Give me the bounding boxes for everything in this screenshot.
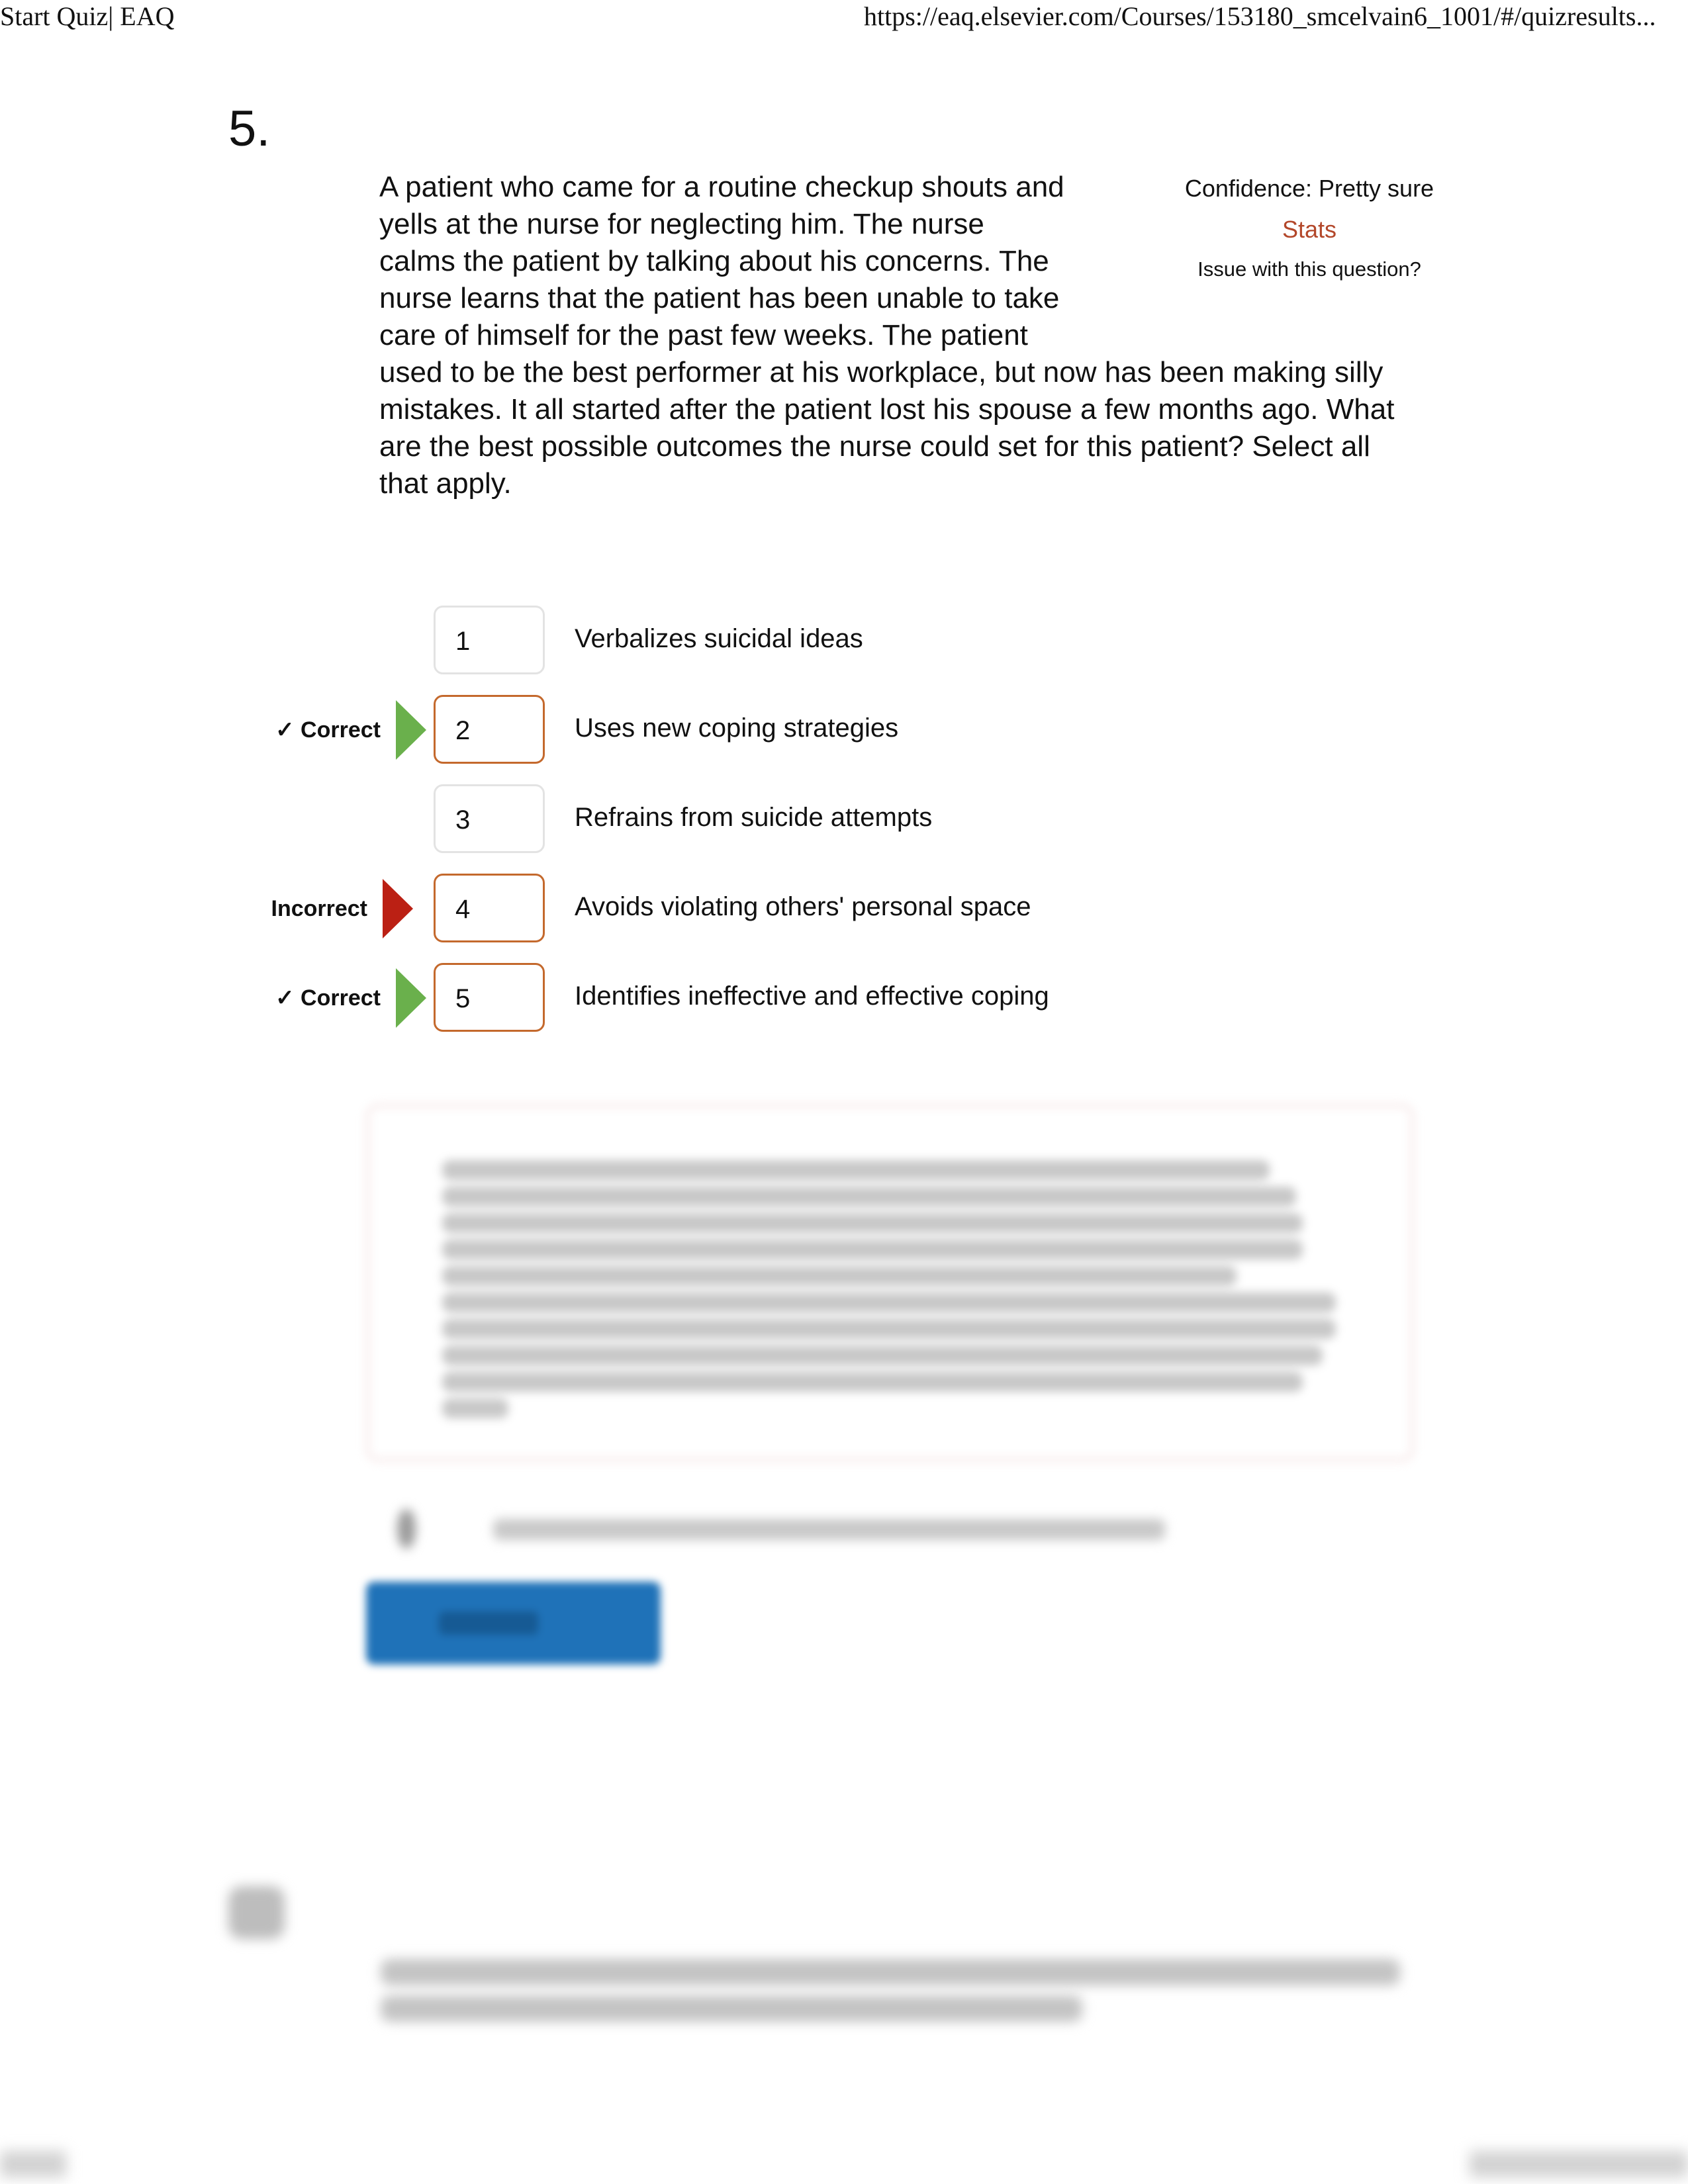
incorrect-arrow-icon [383,879,413,938]
option-text: Refrains from suicide attempts [575,803,933,832]
option-number: 3 [455,805,471,835]
answer-option-row: ✓ Correct 5 Identifies ineffective and e… [0,963,1688,1036]
option-number: 5 [455,984,471,1013]
question-stem: A patient who came for a routine checkup… [379,169,1399,502]
answer-option-row: 1 Verbalizes suicidal ideas [0,606,1688,678]
option-text: Avoids violating others' personal space [575,892,1031,921]
next-question-number-blurred [228,1886,285,1939]
print-page-url: https://eaq.elsevier.com/Courses/153180_… [864,1,1656,31]
primary-action-button-blurred[interactable] [366,1582,661,1664]
answer-option-row: ✓ Correct 2 Uses new coping strategies [0,695,1688,768]
correct-arrow-icon [396,700,426,760]
option-text: Identifies ineffective and effective cop… [575,981,1049,1011]
blurred-text-line [442,1240,1303,1259]
option-text: Uses new coping strategies [575,713,899,743]
option-number: 2 [455,716,471,745]
meta-spacer [1068,169,1399,347]
blurred-button-label [439,1612,538,1635]
answer-option-box[interactable]: 1 [434,606,545,674]
result-label-incorrect: Incorrect [271,896,368,921]
blurred-text-line [493,1519,1165,1540]
blurred-text-line [442,1160,1270,1180]
percent-badge-icon [397,1509,416,1549]
blurred-text-line [442,1345,1323,1365]
question-number: 5. [228,101,271,157]
option-number: 4 [455,895,471,924]
blurred-text-line [442,1187,1296,1206]
blurred-text-line [442,1266,1237,1286]
blurred-text-line [442,1398,508,1418]
page-counter-blurred [0,2151,66,2177]
blurred-text-line [442,1319,1336,1339]
next-question-text-blurred [381,1995,1082,2022]
print-timestamp-blurred [1470,2151,1688,2177]
correct-arrow-icon [396,968,426,1028]
result-label-correct: ✓ Correct [275,985,381,1011]
answer-option-box-selected[interactable]: 5 [434,963,545,1032]
option-number: 1 [455,627,471,656]
blurred-text-line [442,1293,1336,1312]
blurred-text-line [442,1372,1303,1392]
print-page-title: Start Quiz| EAQ [0,1,175,31]
rationale-panel-blurred [366,1104,1414,1461]
option-text: Verbalizes suicidal ideas [575,624,863,653]
percent-correct-blurred [397,1509,1225,1549]
answer-option-row: 3 Refrains from suicide attempts [0,784,1688,857]
answer-option-box[interactable]: 3 [434,784,545,853]
result-label-correct: ✓ Correct [275,717,381,743]
next-question-text-blurred [381,1959,1400,1985]
answer-option-row: Incorrect 4 Avoids violating others' per… [0,874,1688,946]
blurred-text-line [442,1213,1303,1233]
answer-option-box-selected[interactable]: 4 [434,874,545,942]
answer-option-box-selected[interactable]: 2 [434,695,545,764]
